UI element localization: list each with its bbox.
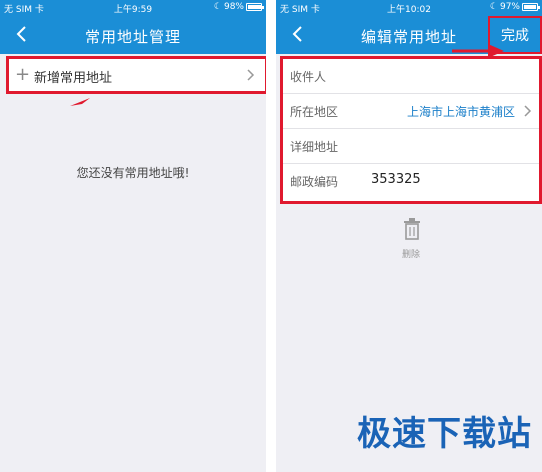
chevron-right-icon (247, 69, 255, 81)
zip-code-value: 353325 (371, 172, 421, 187)
status-bar: 无 SIM 卡 上午9:59 ☾ 98% (0, 0, 266, 16)
region-label: 所在地区 (290, 105, 339, 119)
chevron-left-icon[interactable] (284, 19, 314, 49)
done-button[interactable]: 完成 (488, 16, 542, 54)
add-address-button[interactable]: + 新增常用地址 (6, 56, 266, 94)
add-address-label: 新增常用地址 (34, 71, 113, 86)
recipient-field[interactable]: 收件人 (283, 59, 539, 94)
watermark-logo: 极速下载站 (357, 414, 532, 454)
left-phone-screen: 无 SIM 卡 上午9:59 ☾ 98% 常用地址管理 + 新增常用地址 您还没… (0, 0, 266, 472)
battery-indicator: ☾ 97% (489, 2, 540, 12)
do-not-disturb-icon: ☾ (213, 2, 222, 12)
battery-icon (522, 3, 540, 11)
battery-percent: 97% (499, 2, 520, 12)
right-phone-screen: 无 SIM 卡 上午10:02 ☾ 97% 编辑常用地址 完成 收件人 所在地区… (276, 0, 542, 472)
pointer-mark-icon (70, 98, 90, 106)
detail-address-label: 详细地址 (290, 140, 339, 154)
nav-bar: 编辑常用地址 完成 (276, 16, 542, 58)
region-field[interactable]: 所在地区 上海市上海市黄浦区 (283, 94, 539, 129)
trash-icon[interactable] (403, 218, 421, 240)
zip-code-label: 邮政编码 (290, 175, 339, 189)
address-form: 收件人 所在地区 上海市上海市黄浦区 详细地址 邮政编码 353325 (280, 56, 542, 204)
battery-indicator: ☾ 98% (213, 2, 264, 12)
zip-code-field[interactable]: 邮政编码 353325 (283, 164, 539, 199)
battery-percent: 98% (223, 2, 244, 12)
empty-message: 您还没有常用地址哦! (76, 166, 190, 180)
page-title: 常用地址管理 (84, 28, 181, 46)
plus-icon: + (15, 64, 31, 85)
nav-bar: 常用地址管理 (0, 16, 266, 54)
do-not-disturb-icon: ☾ (489, 2, 498, 12)
chevron-left-icon[interactable] (8, 19, 38, 49)
recipient-label: 收件人 (290, 70, 327, 84)
battery-icon (246, 3, 264, 11)
status-bar: 无 SIM 卡 上午10:02 ☾ 97% (276, 0, 542, 16)
delete-label[interactable]: 删除 (276, 247, 542, 260)
detail-address-field[interactable]: 详细地址 (283, 129, 539, 164)
chevron-right-icon (524, 105, 532, 117)
region-value: 上海市上海市黄浦区 (406, 105, 515, 119)
